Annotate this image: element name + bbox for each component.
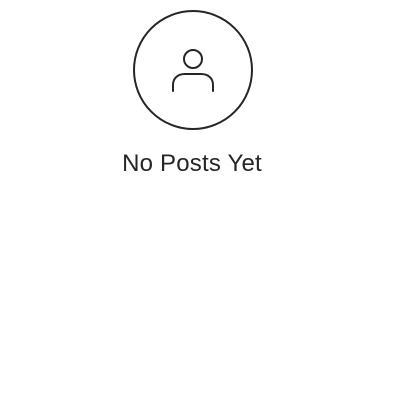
empty-state: No Posts Yet (0, 0, 400, 400)
empty-state-title: No Posts Yet (122, 150, 262, 177)
person-icon (172, 49, 214, 92)
profile-avatar-placeholder (133, 10, 253, 130)
